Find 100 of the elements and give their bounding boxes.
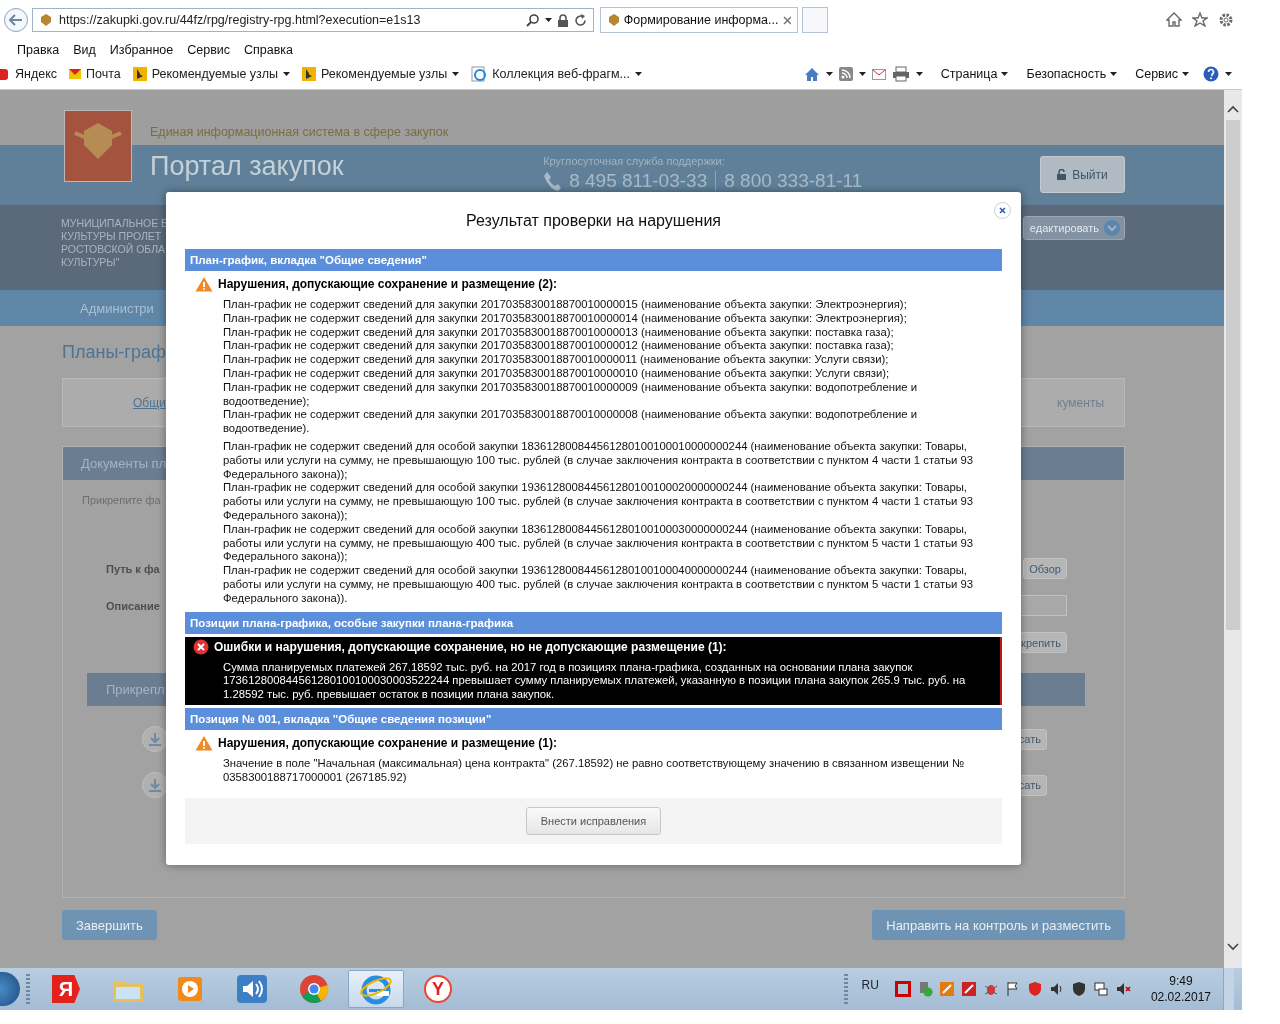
menu-item[interactable]: Справка [244, 43, 294, 57]
search-icon[interactable] [526, 13, 539, 27]
lock-icon [1057, 169, 1067, 180]
emblem-icon [39, 13, 53, 27]
site-subtitle: Единая информационная система в сфере закупок [150, 125, 449, 139]
menu-item[interactable]: Сервис [187, 43, 231, 57]
close-button[interactable] [994, 202, 1011, 219]
description-field[interactable] [1020, 595, 1067, 616]
caret-icon[interactable] [1110, 72, 1118, 76]
favorites-link[interactable]: Почта [86, 67, 121, 81]
taskbar-app[interactable] [348, 970, 404, 1008]
emblem-icon [64, 110, 132, 182]
star-icon[interactable] [1192, 12, 1208, 27]
message-text: План-график не содержит сведений для особой закупки 193612800844561280100100020000000244 (наименование объекта закупки: Товары, работы или услуги на сумму, не превышающую 100 тыс. рублей (в случае заключения контракта в соответствии с пунктом 4 части 1 статьи 93 Федерального закона)); [223, 481, 975, 523]
tray-icon[interactable] [1004, 981, 1021, 997]
language-indicator[interactable]: RU [861, 978, 879, 992]
browser-tab[interactable]: Формирование информа... [600, 7, 798, 33]
group-title: Нарушения, допускающие сохранение и размещение (2): [218, 277, 557, 291]
message-text: План-график не содержит сведений для особой закупки 193612800844561280100100040000000244 (наименование объекта закупки: Товары, работы или услуги на сумму, не превышающую 400 тыс. рублей (в случае заключения контракта в соответствии с пунктом 5 части 1 статьи 93 Федерального закона)). [223, 564, 975, 606]
toolbar-command[interactable]: Сервис [1135, 67, 1178, 81]
lock-icon[interactable] [558, 13, 568, 27]
field-label: Описание [106, 599, 160, 612]
fix-button[interactable]: Внести исправления [525, 806, 662, 835]
message-text: План-график не содержит сведений для закупки 2017035830018870010000014 (наименование объекта закупки: Электроэнергия); [223, 311, 908, 326]
home-icon[interactable] [1166, 12, 1182, 27]
caret-icon[interactable] [635, 72, 642, 76]
caret-icon[interactable] [452, 72, 460, 76]
tray-icon[interactable] [960, 981, 977, 997]
start-button[interactable] [0, 972, 20, 1006]
b-icon [302, 67, 316, 81]
phone-icon [543, 171, 562, 191]
favorites-link[interactable]: Коллекция веб-фрагм... [492, 67, 630, 81]
help-icon[interactable] [1203, 66, 1219, 82]
caret-icon[interactable] [858, 72, 866, 76]
menu-item[interactable]: Избранное [109, 43, 174, 57]
refresh-icon[interactable] [574, 13, 587, 27]
warning-icon [195, 276, 213, 292]
settings-icon[interactable] [1218, 12, 1234, 28]
menu-item[interactable]: Вид [73, 43, 96, 57]
caret-icon[interactable] [1182, 72, 1189, 76]
back-button[interactable] [4, 8, 28, 32]
download-icon [148, 732, 162, 746]
support-label: Круглосуточная служба поддержки: [543, 155, 726, 167]
caret-icon[interactable] [1225, 72, 1232, 76]
section-header: План-график, вкладка "Общие сведения" [185, 249, 1002, 271]
tray-icon[interactable] [894, 981, 911, 997]
phone-number: 8 495 811-03-33 [569, 170, 708, 192]
favorites-link[interactable]: Рекомендуемые узлы [151, 67, 278, 81]
caret-icon[interactable] [283, 72, 290, 76]
close-icon[interactable] [783, 15, 791, 25]
chevron-icon [1104, 220, 1120, 236]
message-text: План-график не содержит сведений для закупки 2017035830018870010000013 (наименование объекта закупки: поставка газа); [223, 325, 895, 340]
app-logo: Y [424, 975, 452, 1003]
taskbar-app[interactable]: Y [410, 970, 466, 1008]
download-button[interactable] [142, 772, 168, 798]
message-text: План-график не содержит сведений для закупки 2017035830018870010000009 (наименование объекта закупки: водопотребление и водоотведение); [223, 380, 918, 409]
message-text: План-график не содержит сведений для особой закупки 183612800844561280100100030000000244 (наименование объекта закупки: Товары, работы или услуги на сумму, не превышающую 400 тыс. рублей (в случае заключения контракта в соответствии с пунктом 5 части 1 статьи 93 Федерального закона)); [223, 522, 975, 565]
speaker-icon [236, 974, 268, 1004]
message-text: План-график не содержит сведений для закупки 2017035830018870010000015 (наименование объекта закупки: Электроэнергия); [223, 298, 908, 312]
caret-icon[interactable] [915, 72, 923, 76]
toolbar-command[interactable]: Безопасность [1026, 67, 1107, 81]
b-icon [132, 67, 147, 81]
e-logo-icon [359, 973, 393, 1005]
logout-button[interactable]: Выйти [1040, 156, 1125, 193]
error-icon [193, 638, 209, 655]
phone-number: 8 800 333-81-11 [724, 170, 863, 192]
section-title: Прикрепл [106, 682, 165, 697]
taskbar-app[interactable]: Я [38, 970, 94, 1008]
play-icon [175, 974, 205, 1004]
download-button[interactable] [142, 726, 168, 752]
feed-icon[interactable] [838, 67, 853, 81]
printer-icon[interactable] [891, 66, 910, 82]
tray-icon[interactable] [1114, 981, 1131, 997]
app-logo: Я [52, 975, 80, 1003]
scroll-down-icon[interactable] [1227, 940, 1239, 952]
toolbar-command[interactable]: Страница [940, 67, 998, 81]
clock[interactable]: 9:49 02.02.2017 [1150, 973, 1211, 1005]
tray-icon[interactable] [1092, 981, 1109, 997]
favorites-link[interactable]: Яндекс [15, 67, 58, 81]
message-text: План-график не содержит сведений для закупки 2017035830018870010000011 (наименование объекта закупки: Услуги связи); [223, 353, 890, 367]
scrollbar[interactable] [1224, 90, 1242, 968]
caret-icon[interactable] [545, 18, 552, 22]
caret-icon[interactable] [825, 72, 833, 76]
tray-icon[interactable] [1070, 981, 1087, 997]
arrow-icon [9, 14, 23, 26]
caret-icon[interactable] [1001, 72, 1009, 76]
browse-button[interactable]: Обзор [1023, 558, 1067, 579]
favorites-link[interactable]: Рекомендуемые узлы [321, 67, 448, 81]
group-title: Ошибки и нарушения, допускающие сохранение, но не допускающие размещение (1): [214, 639, 727, 654]
menu-item[interactable]: Правка [17, 43, 60, 57]
download-icon [148, 778, 162, 792]
home-icon[interactable] [803, 66, 820, 82]
section-header: Позиции плана-графика, особые закупки плана-графика [185, 611, 1002, 634]
page-heading: Планы-граф [62, 342, 166, 364]
circle-logo-icon [299, 974, 329, 1004]
address-field[interactable]: https://zakupki.gov.ru/44fz/rpg/registry-rpg.html?execution=e1s13 [32, 8, 594, 32]
message-text: План-график не содержит сведений для особой закупки 183612800844561280100100010000000244 (наименование объекта закупки: Товары, работы или услуги на сумму, не превышающую 100 тыс. рублей (в случае заключения контракта в соответствии с пунктом 4 части 1 статьи 93 Федерального закона)); [223, 439, 975, 482]
group-title: Нарушения, допускающие сохранение и размещение (1): [218, 735, 557, 750]
tray-icon[interactable] [1048, 981, 1065, 997]
emblem-icon [607, 13, 619, 27]
